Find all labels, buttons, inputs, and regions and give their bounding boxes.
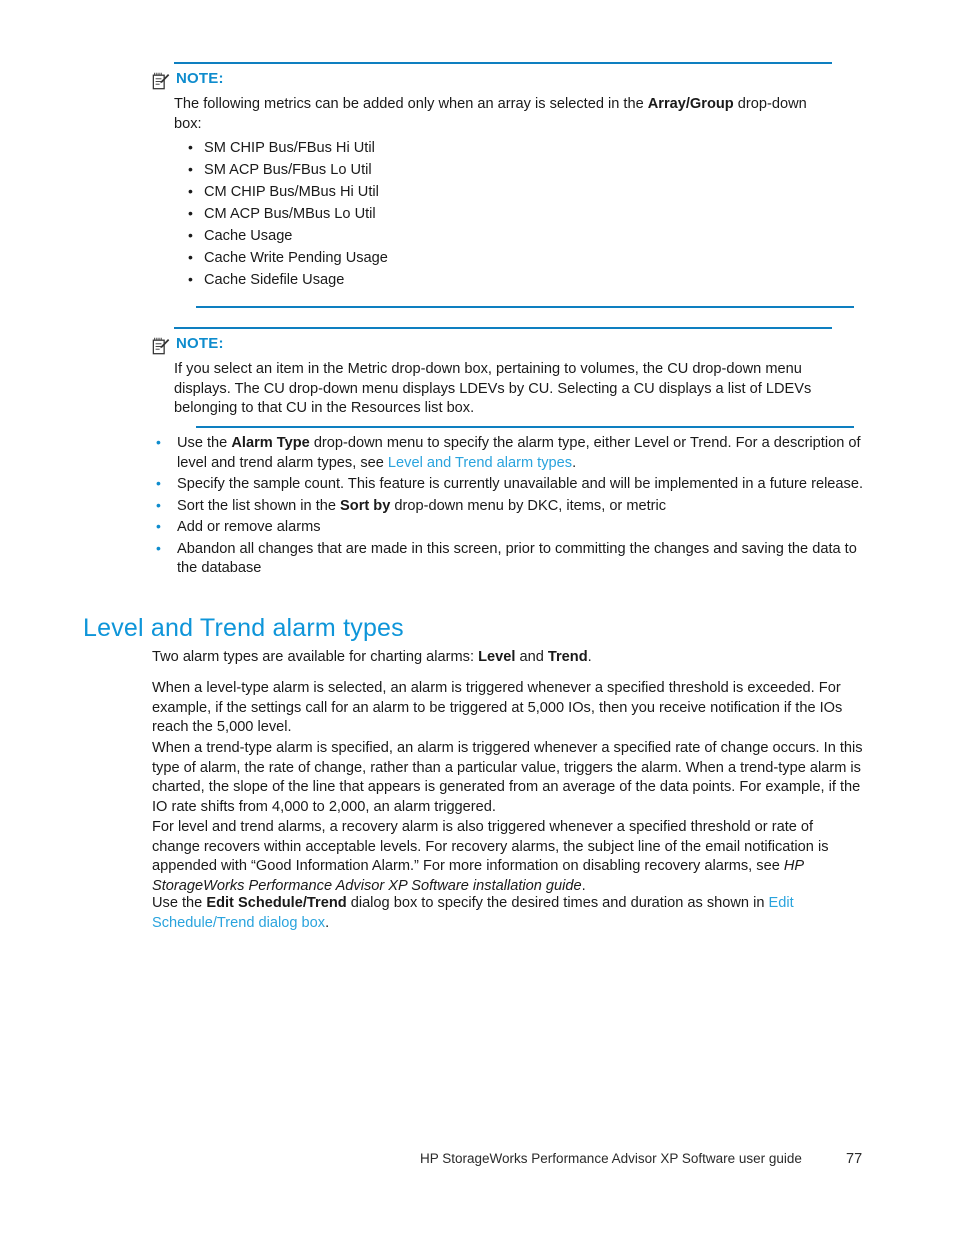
note-metric-list: SM CHIP Bus/FBus Hi Util SM ACP Bus/FBus… [174, 136, 832, 291]
paragraph-intro: Two alarm types are available for charti… [152, 648, 864, 668]
note-pencil-icon [152, 72, 170, 91]
p5-bold-edit-schedule-trend: Edit Schedule/Trend [206, 895, 347, 911]
bullet-bold: Alarm Type [231, 435, 310, 451]
note-body-pre: The following metrics can be added only … [174, 96, 648, 112]
p1-bold-trend: Trend [547, 649, 588, 665]
note-body-bold: Array/Group [647, 96, 734, 112]
note-block-1: NOTE: The following metrics can be added… [152, 62, 832, 291]
note-block-2: NOTE: If you select an item in the Metri… [152, 327, 832, 419]
list-item: Cache Write Pending Usage [174, 246, 832, 269]
note-2-bottom-rule [196, 426, 854, 428]
p4-pre: For level and trend alarms, a recovery a… [152, 819, 829, 874]
list-item: CM ACP Bus/MBus Lo Util [174, 202, 832, 225]
list-item: Specify the sample count. This feature i… [152, 474, 864, 495]
p1-post: . [587, 649, 592, 665]
note-header: NOTE: [152, 70, 832, 91]
list-item: Cache Sidefile Usage [174, 268, 832, 291]
list-item: Abandon all changes that are made in thi… [152, 539, 864, 579]
list-item: CM CHIP Bus/MBus Hi Util [174, 180, 832, 203]
bullet-pre: Use the [177, 435, 232, 451]
bullet-bold: Sort by [340, 497, 391, 514]
list-item: SM ACP Bus/FBus Lo Util [174, 158, 832, 181]
paragraph-level-alarm: When a level-type alarm is selected, an … [152, 680, 843, 735]
link-level-trend-alarm-types[interactable]: Level and Trend alarm types [388, 455, 572, 471]
bullet-pre: Sort the list shown in the [177, 497, 341, 514]
note-body-text: If you select an item in the Metric drop… [174, 361, 812, 416]
p4-post: . [581, 877, 586, 894]
note-pencil-icon [152, 337, 170, 356]
list-item: Cache Usage [174, 224, 832, 247]
footer-guide-title: HP StorageWorks Performance Advisor XP S… [420, 1151, 802, 1166]
note-top-rule [174, 327, 832, 329]
list-item: Use the Alarm Type drop-down menu to spe… [152, 433, 864, 473]
list-item: Sort the list shown in the Sort by drop-… [152, 496, 864, 517]
p1-pre: Two alarm types are available for charti… [152, 649, 479, 665]
p5-pre: Use the [152, 895, 207, 911]
note-body-text: The following metrics can be added only … [174, 95, 832, 291]
paragraph-trend-alarm: When a trend-type alarm is specified, an… [152, 740, 863, 815]
p5-mid: dialog box to specify the desired times … [346, 895, 769, 911]
note-label: NOTE: [176, 70, 224, 87]
note-1-bottom-rule [196, 306, 854, 308]
paragraph-edit-schedule: Use the Edit Schedule/Trend dialog box t… [152, 894, 864, 933]
list-item: SM CHIP Bus/FBus Hi Util [174, 136, 832, 159]
document-page: NOTE: The following metrics can be added… [0, 0, 954, 1235]
p1-bold-level: Level [478, 649, 516, 665]
page-footer: HP StorageWorks Performance Advisor XP S… [0, 1150, 954, 1170]
bullet-pre: Specify the sample count. This feature i… [177, 476, 864, 492]
bullet-mid: drop-down menu by DKC, items, or metric [390, 497, 667, 514]
bullet-pre: Add or remove alarms [177, 519, 321, 535]
page-title: Level and Trend alarm types [83, 614, 404, 642]
bullet-post: . [572, 454, 577, 471]
paragraph-recovery-alarm: For level and trend alarms, a recovery a… [152, 818, 864, 896]
note-label: NOTE: [176, 335, 224, 352]
note-top-rule [174, 62, 832, 64]
p5-post: . [325, 914, 330, 931]
note-header: NOTE: [152, 335, 832, 356]
p1-mid: and [515, 649, 548, 665]
bullet-pre: Abandon all changes that are made in thi… [177, 540, 857, 577]
list-item: Add or remove alarms [152, 517, 864, 538]
task-bullet-list: Use the Alarm Type drop-down menu to spe… [152, 433, 864, 581]
footer-page-number: 77 [846, 1151, 863, 1167]
